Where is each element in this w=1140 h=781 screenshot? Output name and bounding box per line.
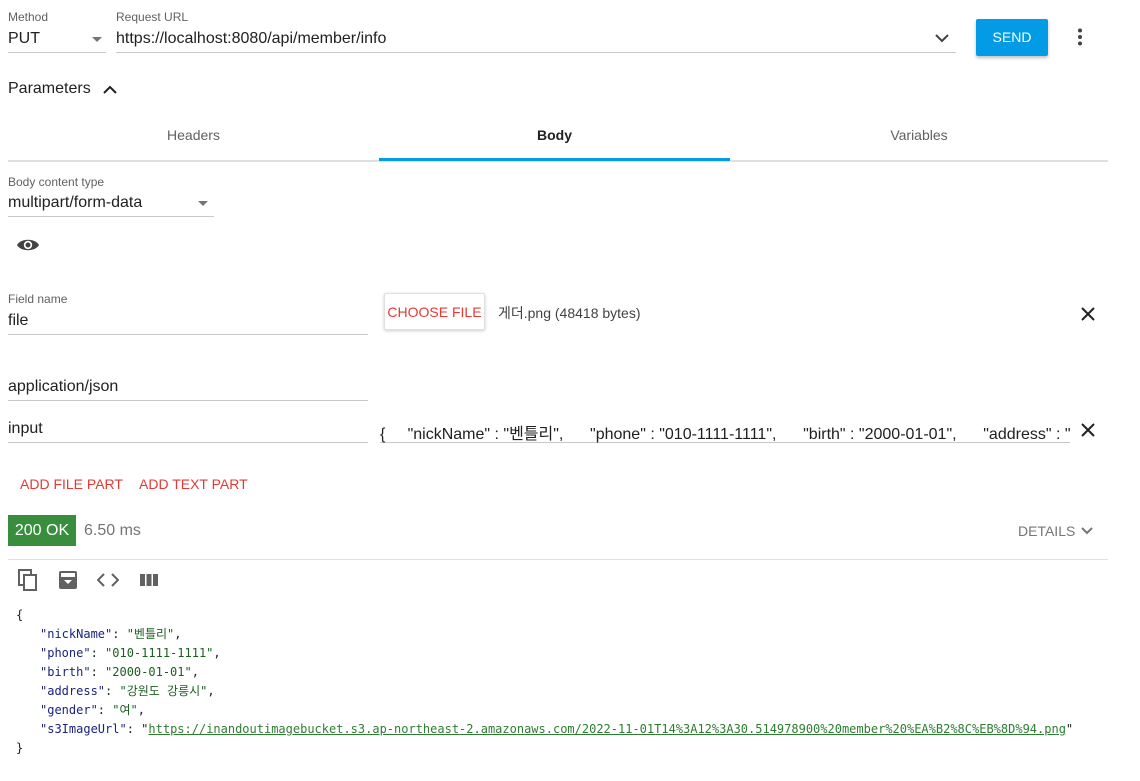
json-line: "phone": "010-1111-1111", [40,646,221,660]
close-icon[interactable] [1076,418,1100,442]
content-type-value: multipart/form-data [8,194,143,211]
json-brace: } [16,741,24,755]
json-line: "s3ImageUrl": "https://inandoutimagebuck… [40,722,1074,736]
json-line: "gender": "여", [40,703,145,717]
chevron-down-icon [1081,527,1094,535]
json-line: { [16,606,1116,625]
eye-icon[interactable] [16,234,40,256]
content-type-select[interactable]: multipart/form-data [8,190,214,217]
field-name-label: Field name [8,292,68,306]
text-part-content-type-value: application/json [8,378,119,395]
method-label: Method [8,10,49,24]
code-icon[interactable] [96,568,120,592]
json-line: "address": "강원도 강릉시", [40,684,215,698]
json-link[interactable]: https://inandoutimagebucket.s3.ap-northe… [148,722,1066,736]
close-icon[interactable] [1076,302,1100,326]
file-field-name-input[interactable]: file [8,308,368,335]
json-value: "강원도 강릉시" [119,684,208,698]
json-value: "여" [112,703,138,717]
json-key: "gender" [40,703,98,717]
json-brace: { [16,608,24,622]
chevron-up-icon[interactable] [100,80,120,98]
file-info: 게더.png (48418 bytes) [498,305,641,321]
url-value: https://localhost:8080/api/member/info [116,30,387,47]
json-value: "벤틀리" [126,627,175,641]
status-badge: 200 OK [8,515,76,546]
active-tab-indicator [379,158,730,161]
url-label: Request URL [116,10,189,24]
text-part-value: { "nickName" : "벤틀리", "phone" : "010-111… [380,426,1070,443]
method-value: PUT [8,30,40,47]
json-value: "2000-01-01" [105,665,192,679]
text-field-name-value: input [8,420,43,437]
details-label: DETAILS [1018,523,1076,539]
json-value: "010-1111-1111" [105,646,214,660]
copy-icon[interactable] [16,568,40,592]
url-input[interactable]: https://localhost:8080/api/member/info [116,26,956,53]
download-icon[interactable] [56,568,80,592]
tab-body[interactable]: Body [379,110,730,160]
choose-file-button[interactable]: CHOOSE FILE [384,293,485,330]
more-vert-icon[interactable] [1068,24,1092,50]
json-key: "address" [40,684,106,698]
text-part-value-input[interactable]: { "nickName" : "벤틀리", "phone" : "010-111… [380,416,1070,443]
details-button[interactable]: DETAILS [1018,523,1094,539]
json-key: "phone" [40,646,91,660]
text-part-content-type-input[interactable]: application/json [8,374,368,401]
tab-headers[interactable]: Headers [8,110,379,160]
json-key: "birth" [40,665,91,679]
json-key: "nickName" [40,627,113,641]
response-json: { "nickName": "벤틀리", "phone": "010-1111-11… [16,606,1116,758]
caret-down-icon [198,201,208,206]
parameters-title: Parameters [8,80,91,97]
json-line: "nickName": "벤틀리", [40,627,182,641]
content-type-label: Body content type [8,175,105,189]
body-tabs: Headers Body Variables [8,110,1108,162]
send-button[interactable]: SEND [976,19,1048,56]
json-key: "s3ImageUrl" [40,722,127,736]
caret-down-icon [92,37,102,42]
add-text-part-button[interactable]: ADD TEXT PART [139,476,248,492]
json-line: } [16,739,1116,758]
json-line: "birth": "2000-01-01", [40,665,199,679]
method-select[interactable]: PUT [8,26,106,53]
text-field-name-input[interactable]: input [8,416,368,443]
chevron-down-icon[interactable] [932,28,952,48]
response-time: 6.50 ms [84,522,141,539]
response-divider [8,559,1108,560]
file-field-name-value: file [8,312,29,329]
add-file-part-button[interactable]: ADD FILE PART [20,476,123,492]
tab-variables[interactable]: Variables [730,110,1108,160]
columns-icon[interactable] [137,568,161,592]
